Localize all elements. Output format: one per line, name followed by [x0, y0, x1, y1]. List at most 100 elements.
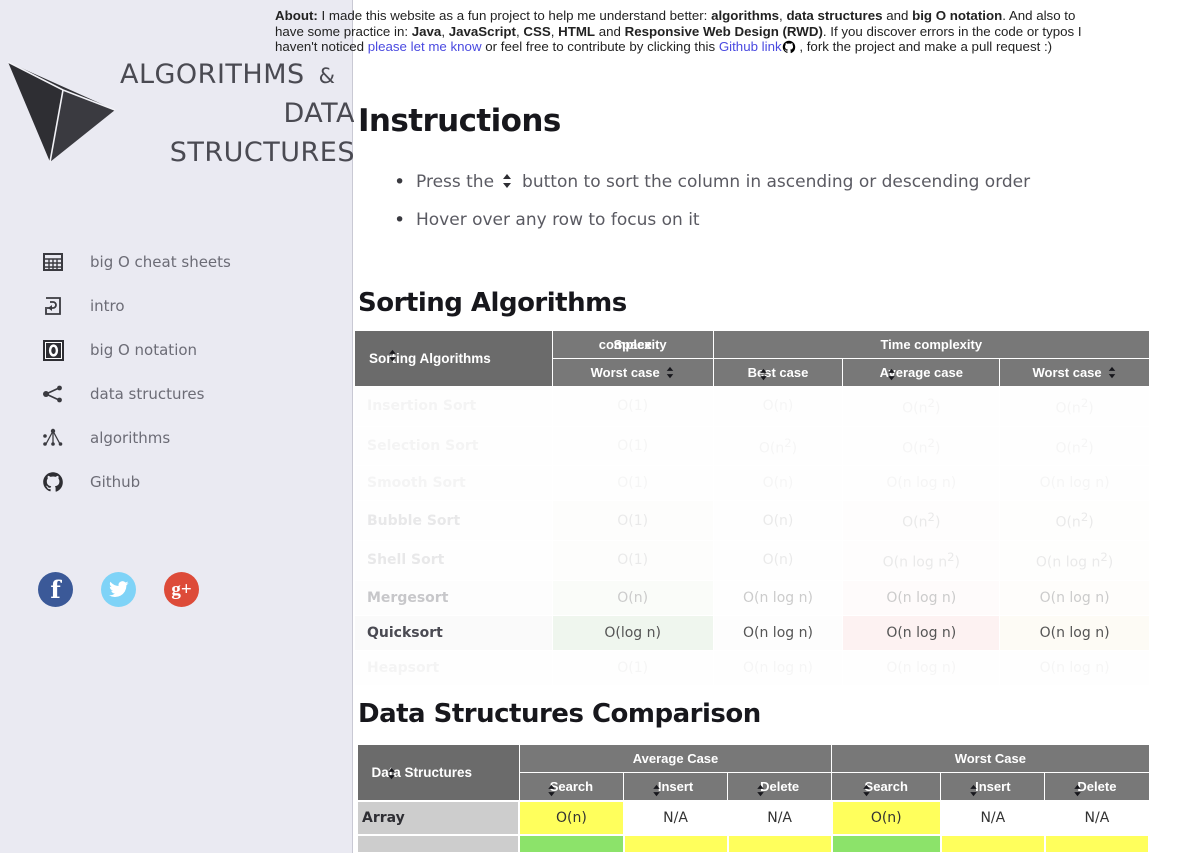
about-b5: JavaScript	[448, 23, 516, 39]
header-delete-average[interactable]: Delete	[727, 772, 833, 802]
table-cell	[1043, 834, 1151, 853]
please-let-me-know-link[interactable]: please let me know	[368, 39, 482, 54]
table-cell: O(n)	[712, 500, 844, 541]
table-cell: N/A	[939, 800, 1046, 836]
table-cell: O(n2)	[712, 425, 844, 467]
sidebar-item-big-o-cheat-sheets[interactable]: big O cheat sheets	[38, 240, 338, 284]
table-cell: O(n log n)	[712, 614, 844, 651]
header-average-case-group[interactable]: Average Case	[518, 744, 833, 773]
facebook-icon[interactable]: f	[38, 572, 73, 607]
row-label: Smooth Sort	[354, 465, 553, 502]
header-sorting-algorithms[interactable]: Sorting Algorithms	[354, 330, 553, 387]
table-row[interactable]: Shell Sort O(1) O(n) O(n log n2) O(n log n2)	[354, 539, 1150, 581]
table-row[interactable]: Mergesort O(n) O(n log n) O(n log n) O(n log…	[354, 579, 1150, 616]
header-time-worst-case[interactable]: Worst case	[999, 358, 1150, 387]
table-row[interactable]: Insertion Sort O(1) O(n) O(n2) O(n2)	[354, 386, 1150, 427]
sidebar-item-data-structures[interactable]: data structures	[38, 372, 338, 416]
sort-arrow-icon[interactable]	[861, 784, 872, 797]
instructions-list: Press the button to sort the column in as…	[394, 168, 1030, 244]
header-worst-case-group[interactable]: Worst Case	[831, 744, 1150, 773]
instruction-post: button to sort the column in ascending o…	[522, 172, 1031, 192]
big-o-icon	[38, 335, 68, 365]
table-row[interactable]: Array O(n) N/A N/A O(n) N/A N/A	[355, 800, 1151, 836]
table-cell: O(1)	[551, 465, 714, 502]
page-root: ALGORITHMS & DATA STRUCTURES big O cheat…	[0, 0, 1177, 853]
sidebar-item-label: algorithms	[90, 429, 171, 447]
instruction-item-hover: Hover over any row to focus on it	[394, 206, 1030, 234]
table-cell: O(n log n)	[999, 579, 1150, 616]
table-cell: O(log n)	[551, 614, 714, 651]
header-label-space: Space	[613, 337, 652, 352]
table-row[interactable]: Bubble Sort O(1) O(n) O(n2) O(n2)	[354, 500, 1150, 541]
table-cell: N/A	[726, 800, 833, 836]
header-data-structures[interactable]: Data Structures	[356, 744, 520, 802]
logo-wordmark: ALGORITHMS & DATA STRUCTURES	[120, 55, 355, 172]
github-link[interactable]: Github link	[719, 39, 782, 54]
table-cell: O(1)	[551, 649, 714, 686]
table-row[interactable]: Heapsort O(1) O(n log n) O(n log n) O(n log …	[354, 649, 1150, 686]
header-delete-worst[interactable]: Delete	[1044, 772, 1150, 802]
sort-arrow-icon[interactable]	[755, 784, 766, 797]
table-cell	[622, 834, 729, 853]
header-insert-worst[interactable]: Insert	[940, 772, 1046, 802]
github-icon	[38, 467, 68, 497]
header-insert-average[interactable]: Insert	[623, 772, 729, 802]
about-t5: ,	[441, 23, 449, 39]
sort-arrow-icon[interactable]	[386, 767, 397, 780]
header-average-case[interactable]: Average case	[842, 358, 1001, 387]
table-cell: O(1)	[551, 425, 714, 467]
table-cell: O(n)	[712, 539, 844, 581]
table-cell	[518, 834, 625, 853]
header-search-average[interactable]: Search	[518, 772, 625, 802]
sidebar-item-github[interactable]: Github	[38, 460, 338, 504]
sort-arrow-icon[interactable]	[1072, 784, 1083, 797]
row-label: Bubble Sort	[354, 500, 553, 541]
table-row[interactable]: Smooth Sort O(1) O(n) O(n log n) O(n log n)	[354, 465, 1150, 502]
about-b1: algorithms	[711, 8, 780, 23]
sidebar-item-big-o-notation[interactable]: big O notation	[38, 328, 338, 372]
sort-arrow-icon[interactable]	[1107, 366, 1117, 379]
header-label: Delete	[760, 779, 800, 794]
triangle-logo-icon	[5, 50, 120, 170]
table-cell: O(1)	[551, 500, 714, 541]
header-space-worst-case[interactable]: Worst case	[551, 358, 714, 387]
sort-arrow-icon[interactable]	[387, 349, 398, 362]
sidebar-item-label: big O notation	[90, 341, 198, 359]
sorting-algorithms-title: Sorting Algorithms	[358, 288, 627, 318]
sidebar-nav: big O cheat sheets intro big O notation …	[38, 240, 338, 504]
sort-arrow-icon[interactable]	[968, 784, 979, 797]
sort-arrow-icon[interactable]	[665, 366, 675, 379]
sidebar-item-label: big O cheat sheets	[90, 253, 231, 271]
header-label: Best case	[747, 365, 809, 380]
table-row[interactable]: Quicksort O(log n) O(n log n) O(n log n) O(n…	[354, 614, 1150, 651]
header-label: Delete	[1077, 779, 1117, 794]
table-row[interactable]: Selection Sort O(1) O(n2) O(n2) O(n2)	[354, 425, 1150, 467]
sorting-table-body: Insertion Sort O(1) O(n) O(n2) O(n2) Selectio…	[354, 386, 1150, 686]
table-cell: O(n)	[830, 800, 942, 836]
table-cell: O(n log n2)	[999, 539, 1150, 581]
header-time-complexity[interactable]: Time complexity	[712, 330, 1151, 359]
twitter-icon[interactable]	[101, 572, 136, 607]
header-best-case[interactable]: Best case	[712, 358, 844, 387]
table-cell: O(n)	[518, 800, 625, 836]
header-space-complexity[interactable]: complexity Space	[551, 330, 714, 359]
table-cell: O(n2)	[999, 386, 1150, 427]
table-row[interactable]	[355, 834, 1151, 853]
sort-arrow-icon[interactable]	[886, 368, 897, 381]
sort-arrow-icon[interactable]	[546, 784, 557, 797]
table-cell: O(n log n)	[842, 614, 1001, 651]
table-cell: O(n)	[712, 386, 844, 427]
about-t7: ,	[550, 23, 559, 39]
about-t1: I made this website as a fun project to …	[317, 8, 712, 23]
site-logo[interactable]: ALGORITHMS & DATA STRUCTURES	[0, 45, 355, 175]
enter-arrow-icon	[38, 291, 68, 321]
sort-arrow-icon[interactable]	[758, 368, 769, 381]
header-search-worst[interactable]: Search	[831, 772, 942, 802]
sidebar-item-intro[interactable]: intro	[38, 284, 338, 328]
github-icon[interactable]	[782, 40, 796, 54]
googleplus-icon[interactable]: g+	[164, 572, 199, 607]
sidebar-item-algorithms[interactable]: algorithms	[38, 416, 338, 460]
sort-arrow-icon[interactable]	[651, 784, 662, 797]
table-cell: O(n log n)	[842, 649, 1001, 686]
logo-ampersand: &	[318, 64, 336, 88]
